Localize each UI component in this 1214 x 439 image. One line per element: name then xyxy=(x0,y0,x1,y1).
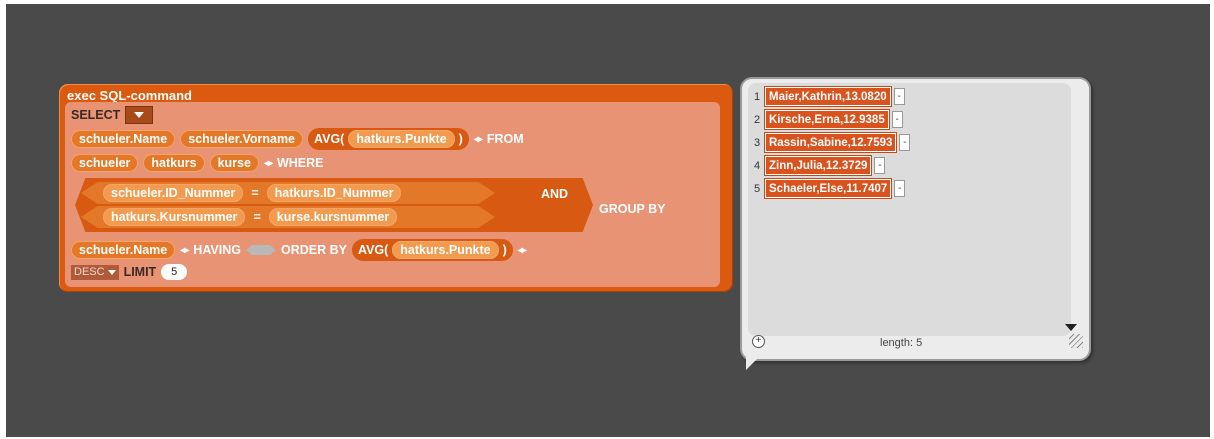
remove-item-button[interactable]: - xyxy=(899,134,911,151)
having-slot[interactable] xyxy=(245,245,276,255)
list-index: 3 xyxy=(754,136,761,149)
and-predicate[interactable]: schueler.ID_Nummer = hatkurs.ID_Nummer h… xyxy=(75,178,593,232)
remove-item-button[interactable]: - xyxy=(894,180,906,197)
from-table-1[interactable]: schueler xyxy=(71,154,139,172)
cond2-operator: = xyxy=(253,210,261,224)
limit-input[interactable]: 5 xyxy=(161,264,188,280)
order-by-keyword: ORDER BY xyxy=(280,243,347,257)
order-avg-function[interactable]: AVG( hatkurs.Punkte ) xyxy=(351,239,513,261)
result-bubble: 1 Maier,Kathrin,13.0820 - 2 Kirsche,Erna… xyxy=(740,77,1091,361)
bubble-tail xyxy=(746,354,762,370)
list-item: 2 Kirsche,Erna,12.9385 - xyxy=(754,110,903,129)
add-item-button[interactable]: + xyxy=(752,335,765,348)
avg-close-paren: ) xyxy=(458,132,463,146)
group-by-keyword: GROUP BY xyxy=(599,202,666,216)
sql-query-block[interactable]: SELECT schueler.Name schueler.Vorname AV… xyxy=(65,102,720,287)
resize-handle-icon[interactable] xyxy=(1069,334,1083,348)
list-item: 1 Maier,Kathrin,13.0820 - xyxy=(754,87,905,106)
from-table-2[interactable]: hatkurs xyxy=(143,154,205,172)
remove-item-button[interactable]: - xyxy=(893,88,905,105)
select-dropdown[interactable] xyxy=(125,106,154,124)
list-cell[interactable]: Schaeler,Else,11.7407 xyxy=(765,179,892,198)
list-cell[interactable]: Maier,Kathrin,13.0820 xyxy=(765,87,891,106)
limit-keyword: LIMIT xyxy=(123,265,157,279)
dropdown-arrow-icon xyxy=(107,269,116,275)
scroll-down-icon[interactable] xyxy=(1065,324,1077,331)
having-keyword: HAVING xyxy=(193,243,241,257)
order-direction-label: DESC xyxy=(74,266,105,278)
condition-2[interactable]: hatkurs.Kursnummer = kurse.kursnummer xyxy=(81,206,495,228)
block-title: exec SQL-command xyxy=(67,88,192,103)
and-keyword: AND xyxy=(541,187,569,201)
exec-sql-command-block[interactable]: exec SQL-command SELECT schueler.Name sc… xyxy=(59,84,733,292)
avg-field[interactable]: hatkurs.Punkte xyxy=(348,130,455,148)
group-by-field[interactable]: schueler.Name xyxy=(71,241,176,259)
order-close-paren: ) xyxy=(502,243,507,257)
list-cell[interactable]: Kirsche,Erna,12.9385 xyxy=(765,110,889,129)
result-list[interactable]: 1 Maier,Kathrin,13.0820 - 2 Kirsche,Erna… xyxy=(748,83,1071,336)
from-keyword: FROM xyxy=(486,132,524,146)
cond1-right[interactable]: hatkurs.ID_Nummer xyxy=(266,184,402,202)
condition-1[interactable]: schueler.ID_Nummer = hatkurs.ID_Nummer xyxy=(81,182,495,204)
list-cell[interactable]: Rassin,Sabine,12.7593 xyxy=(765,133,897,152)
select-arrows-icon[interactable]: ◂▸ xyxy=(474,134,483,145)
list-index: 5 xyxy=(754,182,761,195)
list-index: 4 xyxy=(754,159,761,172)
remove-item-button[interactable]: - xyxy=(874,157,886,174)
list-cell[interactable]: Zinn,Julia,12.3729 xyxy=(765,156,872,175)
group-arrows-icon[interactable]: ◂▸ xyxy=(180,245,189,256)
cond1-operator: = xyxy=(251,186,259,200)
list-item: 5 Schaeler,Else,11.7407 - xyxy=(754,179,906,198)
cond1-left[interactable]: schueler.ID_Nummer xyxy=(103,184,244,202)
list-length: length: 5 xyxy=(880,337,923,349)
list-index: 2 xyxy=(754,113,761,126)
avg-function[interactable]: AVG( hatkurs.Punkte ) xyxy=(308,128,469,150)
select-field-2[interactable]: schueler.Vorname xyxy=(180,130,304,148)
order-arrows-icon[interactable]: ◂▸ xyxy=(518,245,527,256)
select-keyword: SELECT xyxy=(71,108,121,122)
where-keyword: WHERE xyxy=(276,156,324,170)
order-direction-dropdown[interactable]: DESC xyxy=(71,264,119,280)
from-table-3[interactable]: kurse xyxy=(209,154,259,172)
cond2-left[interactable]: hatkurs.Kursnummer xyxy=(103,208,246,226)
list-item: 4 Zinn,Julia,12.3729 - xyxy=(754,156,886,175)
order-avg-field[interactable]: hatkurs.Punkte xyxy=(392,241,499,259)
from-arrows-icon[interactable]: ◂▸ xyxy=(264,158,273,169)
cond2-right[interactable]: kurse.kursnummer xyxy=(268,208,398,226)
avg-label: AVG( xyxy=(314,132,345,146)
list-item: 3 Rassin,Sabine,12.7593 - xyxy=(754,133,911,152)
remove-item-button[interactable]: - xyxy=(891,111,903,128)
list-index: 1 xyxy=(754,90,761,103)
order-avg-label: AVG( xyxy=(357,243,389,257)
select-field-1[interactable]: schueler.Name xyxy=(71,130,176,148)
